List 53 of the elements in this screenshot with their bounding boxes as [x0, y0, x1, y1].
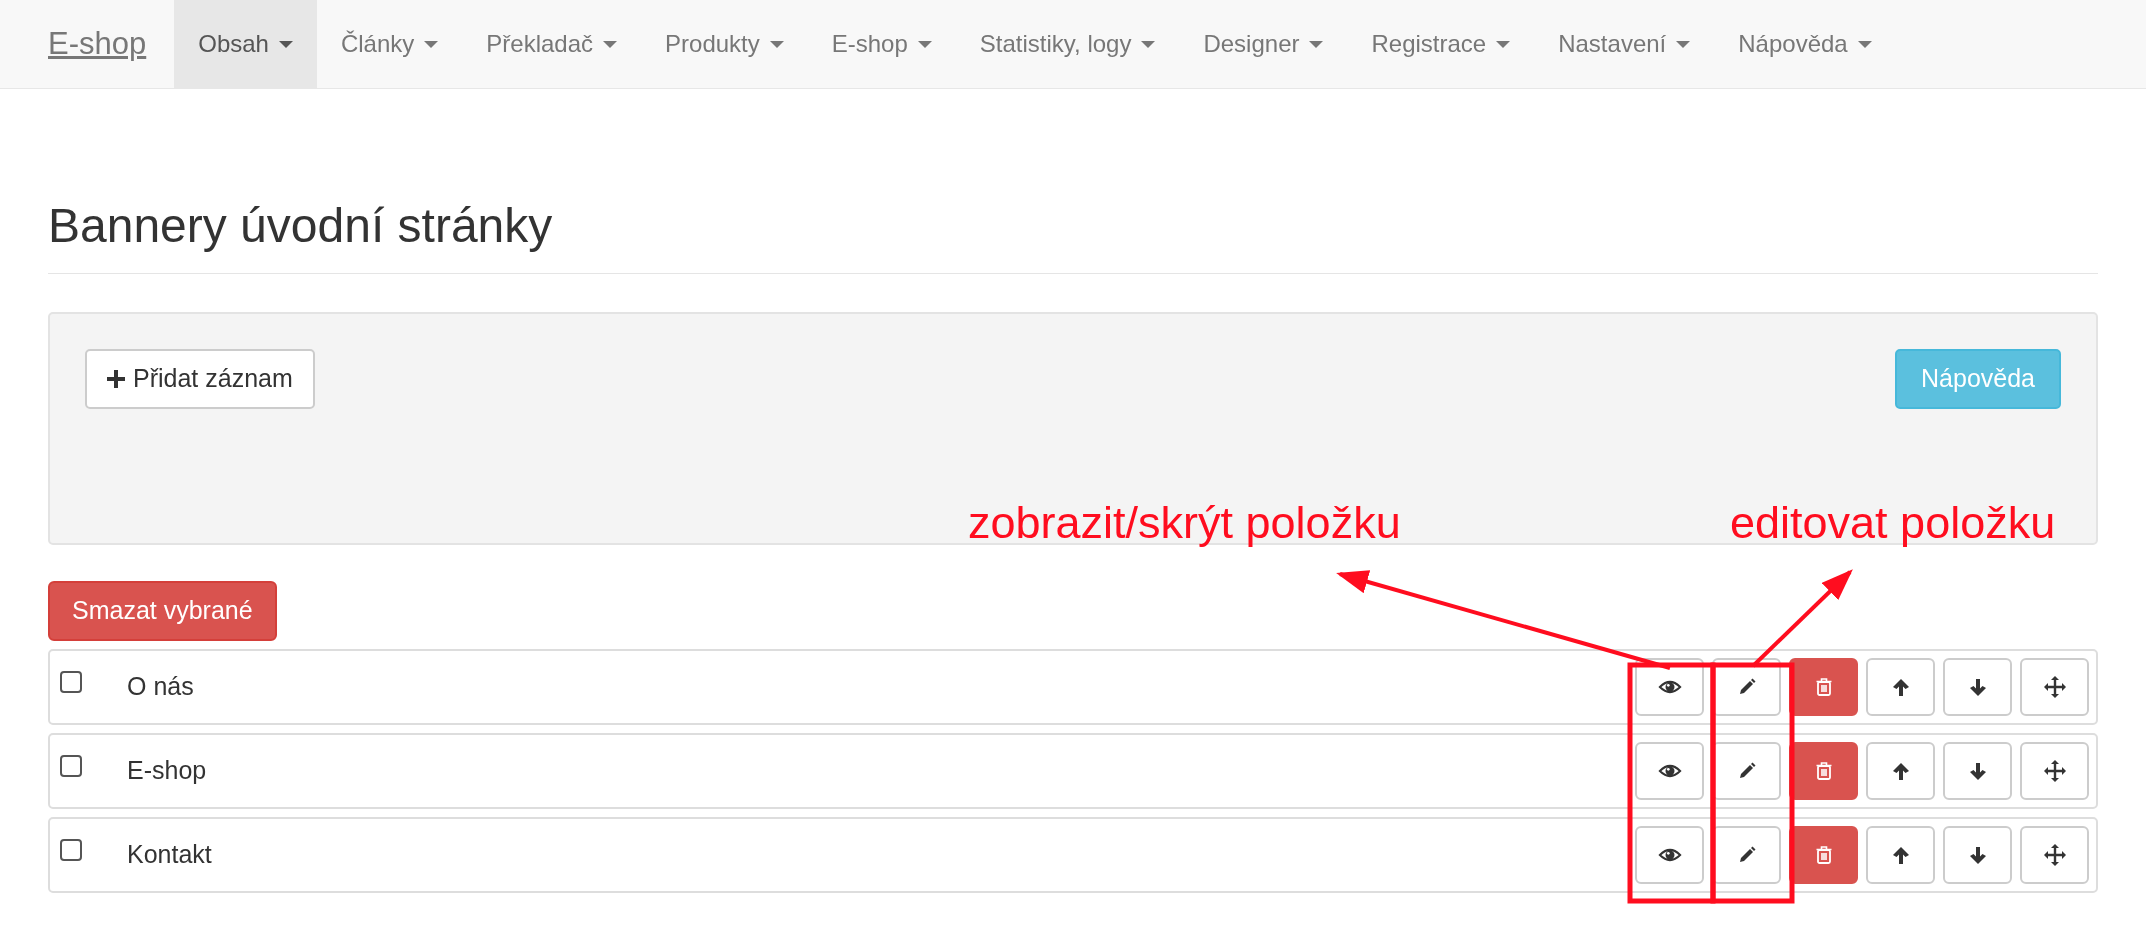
caret-icon: [1141, 40, 1156, 48]
delete-button[interactable]: [1789, 657, 1858, 716]
trash-icon: [1814, 844, 1833, 865]
move-down-button[interactable]: [1943, 657, 2012, 716]
nav-menu-item[interactable]: Obsah: [174, 0, 317, 88]
delete-button[interactable]: [1789, 741, 1858, 800]
nav-menu-item[interactable]: Překladač: [462, 0, 642, 88]
show-button[interactable]: [1635, 741, 1704, 800]
nav-menu-item[interactable]: Designer: [1179, 0, 1348, 88]
row-title: O nás: [127, 670, 195, 702]
show-button[interactable]: [1635, 825, 1704, 884]
caret-icon: [1676, 40, 1691, 48]
row-title: Kontakt: [127, 838, 213, 870]
row-checkbox[interactable]: [60, 754, 82, 777]
move-icon: [2043, 675, 2066, 698]
caret-icon: [769, 40, 784, 48]
drag-handle[interactable]: [2020, 657, 2089, 716]
caret-icon: [1496, 40, 1511, 48]
row-title: E-shop: [127, 754, 208, 786]
nav-menu-item[interactable]: Nápověda: [1714, 0, 1896, 88]
nav-menu-item[interactable]: Registrace: [1347, 0, 1535, 88]
move-icon: [2043, 759, 2066, 782]
drag-handle[interactable]: [2020, 825, 2089, 884]
move-icon: [2043, 843, 2066, 866]
drag-handle[interactable]: [2020, 741, 2089, 800]
plus-icon: [107, 369, 125, 388]
move-down-button[interactable]: [1943, 825, 2012, 884]
row-checkbox[interactable]: [60, 670, 82, 693]
page-title: Bannery úvodní stránky: [48, 197, 2098, 274]
caret-icon: [1857, 40, 1872, 48]
move-up-button[interactable]: [1866, 657, 1935, 716]
brand-link[interactable]: E-shop: [0, 0, 175, 88]
caret-icon: [278, 40, 293, 48]
delete-button[interactable]: [1789, 825, 1858, 884]
nav-menu-item[interactable]: E-shop: [807, 0, 956, 88]
add-record-button[interactable]: Přidat záznam: [85, 348, 315, 409]
move-up-button[interactable]: [1866, 741, 1935, 800]
caret-icon: [603, 40, 618, 48]
caret-icon: [424, 40, 439, 48]
annotation-label: zobrazit/skrýt položku: [968, 500, 1401, 545]
nav-menu-item[interactable]: Články: [316, 0, 463, 88]
annotation-label: editovat položku: [1730, 500, 2056, 545]
row-checkbox[interactable]: [60, 838, 82, 861]
caret-icon: [1309, 40, 1324, 48]
caret-icon: [917, 40, 932, 48]
nav-menu-item[interactable]: Produkty: [641, 0, 808, 88]
delete-selected-button[interactable]: Smazat vybrané: [48, 580, 277, 641]
trash-icon: [1814, 760, 1833, 781]
nav-menu-item[interactable]: Statistiky, logy: [955, 0, 1180, 88]
move-down-button[interactable]: [1943, 741, 2012, 800]
trash-icon: [1814, 676, 1833, 697]
nav-menu-item[interactable]: Nastavení: [1534, 0, 1715, 88]
move-up-button[interactable]: [1866, 825, 1935, 884]
